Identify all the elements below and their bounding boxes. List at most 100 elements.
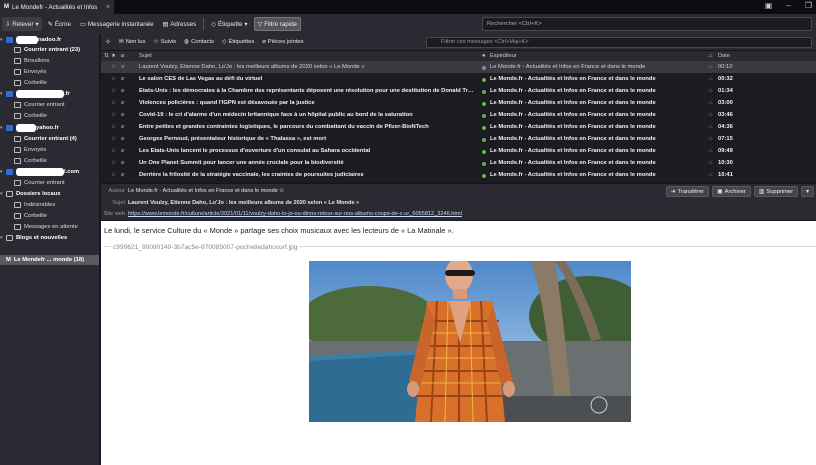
read-status-icon[interactable]: ⌀ [121,100,125,106]
filter-starred-button[interactable]: ☆ Suivis [153,39,176,45]
account-3[interactable]: ▾ yahoo.fr [0,123,99,133]
website-link[interactable]: https://www.lemonde.fr/culture/article/2… [128,211,462,217]
table-row[interactable]: ☆ ⌀ Etats-Unis : les démocrates à la Chamb… [101,86,816,97]
junk-status-icon[interactable]: ♨ [708,172,713,178]
address-book-button[interactable]: ▤ Adresses [160,17,200,31]
read-status-icon[interactable]: ⌀ [121,148,125,154]
read-status-icon[interactable]: ⌀ [121,88,125,94]
star-icon[interactable]: ☆ [111,124,116,130]
star-icon[interactable]: ☆ [111,136,116,142]
unread-dot-icon[interactable] [482,66,486,70]
attachment-column-icon[interactable]: ⌀ [121,53,124,59]
star-icon[interactable]: ☆ [111,160,116,166]
junk-status-icon[interactable]: ♨ [708,148,713,154]
close-tab-icon[interactable]: × [106,4,114,11]
star-icon[interactable]: ☆ [111,112,116,118]
filter-tags-button[interactable]: ◇ Étiquettes [222,39,254,45]
star-icon[interactable]: ☆ [111,88,116,94]
star-icon[interactable]: ☆ [111,76,116,82]
unread-dot-icon[interactable] [482,78,486,82]
folder-trash[interactable]: Corbeille [0,156,99,166]
read-status-icon[interactable]: ⌀ [121,124,125,130]
junk-status-icon[interactable]: ♨ [708,76,713,82]
junk-status-icon[interactable]: ♨ [708,112,713,118]
folder-inbox[interactable]: Courrier entrant [0,178,99,188]
read-status-icon[interactable]: ⌀ [121,64,125,70]
folder-trash[interactable]: Corbeille [0,111,99,121]
junk-status-icon[interactable]: ♨ [708,160,713,166]
unread-dot-icon[interactable] [482,138,486,142]
filter-unread-button[interactable]: ✉ Non lus [119,39,146,45]
folder-le-monde-feed[interactable]: M Le Mondefr ... monde (18) [0,255,99,265]
table-row[interactable]: ☆ ⌀ Les Etats-Unis lancent le processus d'… [101,146,816,157]
folder-inbox[interactable]: Courrier entrant (23) [0,45,99,55]
quick-filter-button[interactable]: ▽ Filtre rapide [253,17,301,31]
folder-trash[interactable]: Corbeille [0,211,99,221]
table-row[interactable]: ☆ ⌀ Le salon CES de Las Vegas au défi du v… [101,74,816,85]
minimize-icon[interactable]: – [786,1,790,10]
unread-dot-icon[interactable] [482,126,486,130]
forward-button[interactable]: ➜ Transférer [665,186,710,197]
star-icon[interactable]: ☆ [111,148,116,154]
table-row[interactable]: ☆ ⌀ Laurent Voulzy, Etienne Daho, Lo'Jo : … [101,62,816,73]
folder-sent[interactable]: Envoyés [0,67,99,77]
account-4[interactable]: ▾ l.com [0,167,99,177]
unread-dot-icon[interactable] [482,150,486,154]
thread-columns-icon[interactable]: ⇅ [104,53,109,59]
table-row[interactable]: ☆ ⌀ Derrière la frilosité de la stratégie … [101,170,816,181]
pin-icon[interactable]: ✧ [105,38,111,46]
folder-outbox[interactable]: Messages en attente [0,222,99,232]
tag-button[interactable]: ◇ Étiquette ▾ [208,17,250,31]
unread-dot-icon[interactable] [482,90,486,94]
unread-dot-icon[interactable] [482,114,486,118]
delete-button[interactable]: ▥ Supprimer [753,186,799,197]
read-status-icon[interactable]: ⌀ [121,112,125,118]
column-subject[interactable]: Sujet [139,53,152,59]
account-1[interactable]: ▾ nadoo.fr [0,35,99,45]
feeds-account[interactable]: ▾ Blogs et nouvelles [0,233,99,243]
table-row[interactable]: ☆ ⌀ Violences policières : quand l'IGPN es… [101,98,816,109]
read-status-icon[interactable]: ⌀ [121,172,125,178]
get-mail-button[interactable]: ⇩ Relever ▾ [2,17,42,31]
star-icon[interactable]: ☆ [111,64,116,70]
read-status-icon[interactable]: ⌀ [121,160,125,166]
star-column-icon[interactable]: ★ [111,53,116,59]
account-2[interactable]: ▾ .fr [0,89,99,99]
junk-status-icon[interactable]: ♨ [708,88,713,94]
unread-dot-icon[interactable] [482,102,486,106]
star-icon[interactable]: ☆ [111,100,116,106]
unread-dot-icon[interactable] [482,174,486,178]
chevron-down-icon[interactable]: ▾ [36,21,39,28]
star-icon[interactable]: ☆ [111,172,116,178]
folder-trash[interactable]: Corbeille [0,78,99,88]
read-status-icon[interactable]: ⌀ [121,136,125,142]
read-status-icon[interactable]: ⌀ [121,76,125,82]
attachment-filename[interactable]: c999621_90080140-3b7ac5e-870085007-poche… [111,244,300,251]
folder-inbox[interactable]: Courrier entrant (4) [0,134,99,144]
restore-icon[interactable]: ❐ [805,1,812,10]
filter-contacts-button[interactable]: ◍ Contacts [184,39,214,45]
tab-le-monde[interactable]: M Le Mondefr - Actualités et Infos × [0,0,114,14]
more-button[interactable]: ▾ [801,186,814,197]
junk-status-icon[interactable]: ♨ [708,100,713,106]
global-search-input[interactable]: Rechercher <Ctrl+K> [482,17,812,31]
write-button[interactable]: ✎ Écrire [45,17,74,31]
filter-messages-input[interactable]: Filtrer ces messages <Ctrl+Maj+K> [426,37,812,48]
table-row[interactable]: ☆ ⌀ Covid-19 : le cri d'alarme d'un médeci… [101,110,816,121]
screenshot-icon[interactable]: ▣ [765,1,773,10]
column-date[interactable]: Date [718,53,730,59]
junk-column-icon[interactable]: ♨ [708,53,713,59]
folder-junk[interactable]: Indésirables [0,200,99,210]
folder-drafts[interactable]: Brouillons [0,56,99,66]
table-row[interactable]: ☆ ⌀ Entre petites et grandes contraintes l… [101,122,816,133]
folder-sent[interactable]: Envoyés [0,145,99,155]
unread-column-icon[interactable]: ● [482,53,485,59]
junk-status-icon[interactable]: ♨ [708,136,713,142]
local-folders[interactable]: ▾ Dossiers locaux [0,189,99,199]
junk-status-icon[interactable]: ♨ [708,124,713,130]
table-row[interactable]: ☆ ⌀ Georges Pernoud, présentateur historiq… [101,134,816,145]
chat-button[interactable]: ▭ Messagerie instantanée [77,17,157,31]
author-value[interactable]: Le Monde.fr - Actualités et Infos en Fra… [128,188,284,194]
unread-dot-icon[interactable] [482,162,486,166]
album-cover-photo[interactable] [309,261,631,422]
